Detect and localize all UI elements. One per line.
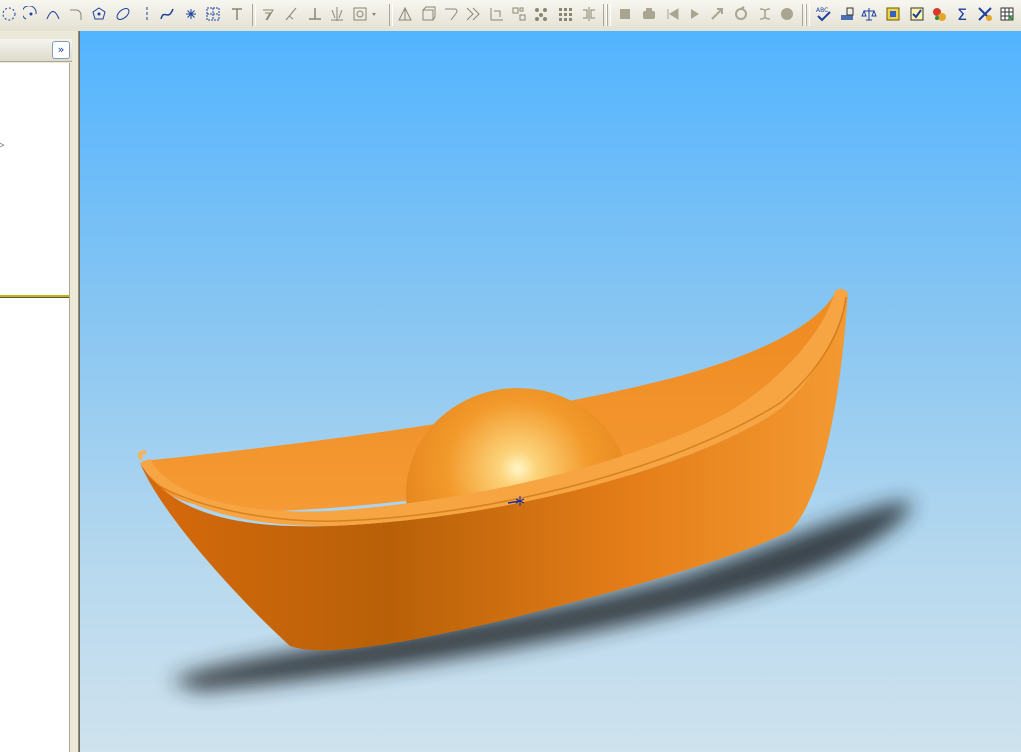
linear-pattern-icon[interactable] <box>464 5 482 23</box>
command-toolbar: ABC Σ <box>0 0 1021 32</box>
table-pattern-icon[interactable] <box>556 5 574 23</box>
materials-icon[interactable] <box>930 5 948 23</box>
panel-header: » <box>0 39 72 62</box>
check-icon[interactable] <box>908 5 926 23</box>
draft-icon[interactable] <box>396 5 414 23</box>
toolbar-separator <box>607 4 611 26</box>
collapse-icon[interactable] <box>756 5 774 23</box>
text-icon[interactable] <box>228 5 246 23</box>
play-icon[interactable] <box>686 5 704 23</box>
sketch-grid-icon[interactable] <box>204 5 222 23</box>
rotate-icon[interactable] <box>732 5 750 23</box>
toolbar-separator <box>806 4 810 26</box>
fillet-arc-icon[interactable] <box>66 5 84 23</box>
model-view <box>137 288 912 691</box>
three-point-arc-icon[interactable] <box>44 5 62 23</box>
mirror-feature-icon[interactable] <box>580 5 598 23</box>
expand-panel-button[interactable]: » <box>52 41 70 59</box>
toolbar-separator <box>389 4 393 26</box>
perpendicular-icon[interactable] <box>306 5 324 23</box>
equations-icon[interactable]: Σ <box>954 5 972 23</box>
measure-icon[interactable] <box>838 5 856 23</box>
mass-properties-icon[interactable] <box>860 5 878 23</box>
svg-text:Σ: Σ <box>957 6 967 22</box>
circular-pattern-icon[interactable] <box>488 5 506 23</box>
svg-text:ABC: ABC <box>816 7 828 14</box>
graphics-viewport[interactable] <box>79 31 1021 752</box>
spell-check-icon[interactable]: ABC <box>814 5 836 23</box>
mirror-entities-icon[interactable] <box>328 5 346 23</box>
polygon-icon[interactable] <box>90 5 108 23</box>
feature-tree[interactable]: ▷ <box>0 63 70 752</box>
shell-icon[interactable] <box>420 5 438 23</box>
fillet-feature-icon[interactable] <box>442 5 460 23</box>
capture-icon[interactable] <box>778 5 796 23</box>
pattern-dropdown-icon[interactable] <box>352 5 380 23</box>
offset-icon[interactable] <box>260 5 278 23</box>
rollback-bar[interactable] <box>0 295 69 298</box>
trim-icon[interactable] <box>282 5 300 23</box>
expand-arrow-icon[interactable]: ▷ <box>0 138 4 151</box>
dotted-circle-icon[interactable] <box>0 5 18 23</box>
explode-icon[interactable] <box>708 5 726 23</box>
fill-pattern-icon[interactable] <box>510 5 528 23</box>
quick-snaps-icon[interactable] <box>976 5 994 23</box>
stop-icon[interactable] <box>616 5 634 23</box>
feature-manager-panel: » ▷ <box>0 31 79 752</box>
hole-pattern-icon[interactable] <box>532 5 550 23</box>
ellipse-icon[interactable] <box>114 5 132 23</box>
spline-icon[interactable] <box>158 5 176 23</box>
section-icon[interactable] <box>884 5 902 23</box>
tangent-arc-icon[interactable] <box>22 5 40 23</box>
point-icon[interactable] <box>182 5 200 23</box>
table-icon[interactable] <box>998 5 1016 23</box>
record-icon[interactable] <box>640 5 658 23</box>
centerline-icon[interactable] <box>138 5 156 23</box>
toolbar-separator <box>252 4 256 26</box>
rewind-icon[interactable] <box>664 5 682 23</box>
